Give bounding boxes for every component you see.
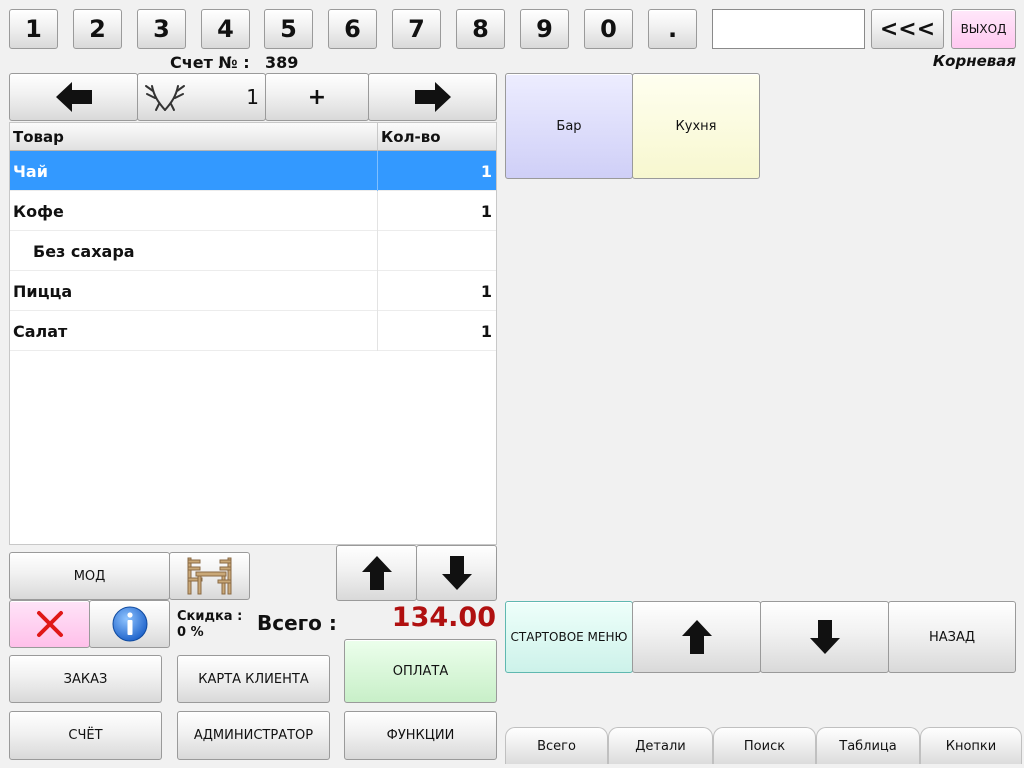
column-header-item: Товар bbox=[10, 123, 377, 151]
row-item: Без сахара bbox=[33, 241, 135, 261]
quantity-value: 1 bbox=[246, 85, 259, 109]
start-menu-button[interactable]: СТАРТОВОЕ МЕНЮ bbox=[505, 601, 633, 673]
row-qty: 1 bbox=[377, 311, 496, 351]
key-3[interactable]: 3 bbox=[137, 9, 186, 49]
prev-item-button[interactable] bbox=[9, 73, 138, 121]
exit-button[interactable]: ВЫХОД bbox=[951, 9, 1016, 49]
discount-label: Скидка : bbox=[177, 609, 243, 624]
info-button[interactable] bbox=[89, 600, 170, 648]
key-8[interactable]: 8 bbox=[456, 9, 505, 49]
arrow-up-icon bbox=[681, 620, 712, 654]
client-card-button[interactable]: КАРТА КЛИЕНТА bbox=[177, 655, 330, 703]
tab-details[interactable]: Детали bbox=[608, 727, 713, 764]
row-qty: 1 bbox=[377, 151, 496, 191]
scroll-down-button[interactable] bbox=[416, 545, 497, 601]
key-9[interactable]: 9 bbox=[520, 9, 569, 49]
arrow-right-icon bbox=[414, 82, 451, 112]
row-item: Пицца bbox=[13, 281, 73, 301]
payment-button[interactable]: ОПЛАТА bbox=[344, 639, 497, 703]
scroll-up-button[interactable] bbox=[336, 545, 417, 601]
row-item: Кофе bbox=[13, 201, 64, 221]
key-4[interactable]: 4 bbox=[201, 9, 250, 49]
key-dot[interactable]: . bbox=[648, 9, 697, 49]
key-1[interactable]: 1 bbox=[9, 9, 58, 49]
table-row[interactable]: Пицца 1 bbox=[10, 271, 496, 311]
key-7[interactable]: 7 bbox=[392, 9, 441, 49]
category-bar-button[interactable]: Бар bbox=[505, 73, 633, 179]
key-5[interactable]: 5 bbox=[264, 9, 313, 49]
arrow-up-icon bbox=[361, 556, 392, 590]
tab-search[interactable]: Поиск bbox=[713, 727, 816, 764]
bill-button[interactable]: СЧЁТ bbox=[9, 711, 162, 760]
category-kitchen-button[interactable]: Кухня bbox=[632, 73, 760, 179]
table-button[interactable] bbox=[169, 552, 250, 600]
key-6[interactable]: 6 bbox=[328, 9, 377, 49]
row-qty: 1 bbox=[377, 271, 496, 311]
row-qty: 1 bbox=[377, 191, 496, 231]
arrow-left-icon bbox=[55, 82, 92, 112]
table-row[interactable]: Чай 1 bbox=[10, 151, 496, 191]
menu-up-button[interactable] bbox=[632, 601, 761, 673]
table-chairs-icon bbox=[187, 557, 231, 595]
administrator-button[interactable]: АДМИНИСТРАТОР bbox=[177, 711, 330, 760]
table-row[interactable]: Кофе 1 bbox=[10, 191, 496, 231]
row-qty bbox=[377, 231, 496, 271]
delete-button[interactable] bbox=[9, 600, 90, 648]
keypad-input[interactable] bbox=[712, 9, 865, 49]
info-icon bbox=[112, 606, 147, 642]
key-2[interactable]: 2 bbox=[73, 9, 122, 49]
row-item: Салат bbox=[13, 321, 68, 341]
order-table: Товар Кол-во Чай 1 Кофе 1 Без сахара Пиц… bbox=[9, 122, 497, 545]
order-button[interactable]: ЗАКАЗ bbox=[9, 655, 162, 703]
total-label: Всего : bbox=[257, 611, 337, 635]
arrow-down-icon bbox=[441, 556, 472, 590]
mod-button[interactable]: МОД bbox=[9, 552, 170, 600]
table-row[interactable]: Салат 1 bbox=[10, 311, 496, 351]
quantity-button[interactable]: 1 bbox=[137, 73, 266, 121]
row-item: Чай bbox=[13, 161, 48, 181]
next-item-button[interactable] bbox=[368, 73, 497, 121]
close-icon bbox=[36, 611, 63, 637]
tab-table[interactable]: Таблица bbox=[816, 727, 920, 764]
key-0[interactable]: 0 bbox=[584, 9, 633, 49]
menu-down-button[interactable] bbox=[760, 601, 889, 673]
antlers-icon bbox=[145, 85, 185, 111]
functions-button[interactable]: ФУНКЦИИ bbox=[344, 711, 497, 760]
back-button[interactable]: НАЗАД bbox=[888, 601, 1016, 673]
location-label: Корневая bbox=[932, 52, 1016, 70]
account-number: 389 bbox=[265, 53, 299, 72]
table-row[interactable]: Без сахара bbox=[10, 231, 496, 271]
arrow-down-icon bbox=[809, 620, 840, 654]
plus-button[interactable]: + bbox=[265, 73, 369, 121]
column-header-qty: Кол-во bbox=[377, 123, 496, 151]
total-value: 134.00 bbox=[391, 602, 496, 633]
tab-buttons[interactable]: Кнопки bbox=[920, 727, 1022, 764]
discount-value: 0 % bbox=[177, 625, 204, 640]
account-label: Счет № : bbox=[170, 53, 250, 72]
backspace-button[interactable]: <<< bbox=[871, 9, 944, 49]
tab-total[interactable]: Всего bbox=[505, 727, 608, 764]
